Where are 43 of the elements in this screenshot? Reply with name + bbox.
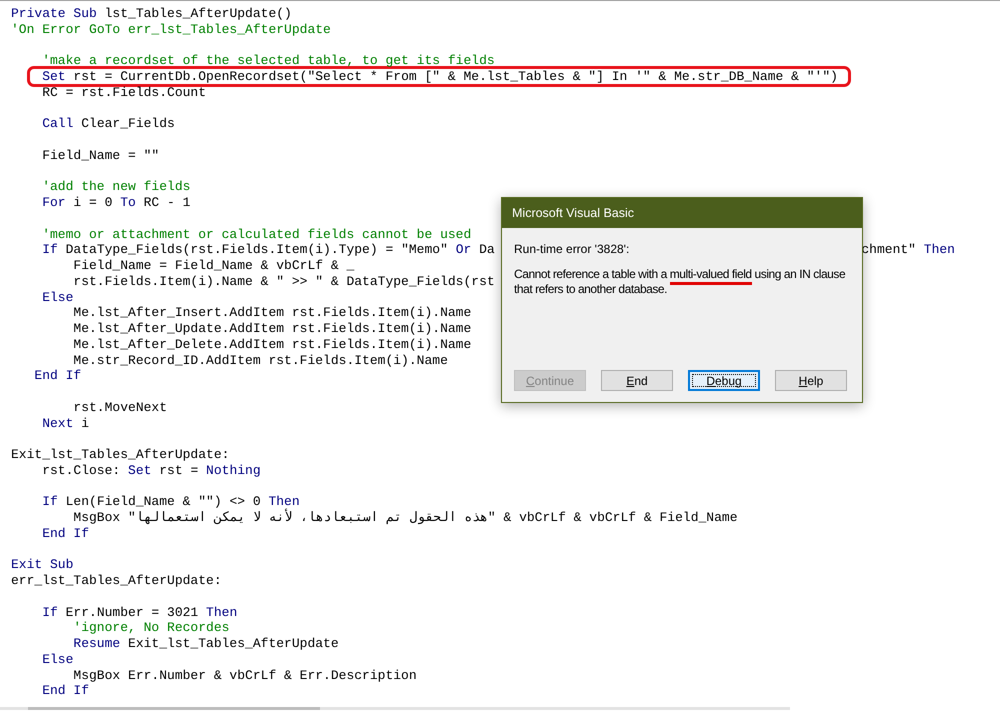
code-line: Set rst = CurrentDb.OpenRecordset("Select * From [" & Me.lst_Tables & "] In '" & Me.str_DB_Name & "'") xyxy=(42,69,838,84)
code-line: Next i xyxy=(42,416,90,430)
horizontal-scrollbar[interactable] xyxy=(0,707,790,710)
code-line: Me.str_Record_ID.AddItem rst.Fields.Item(i).Name xyxy=(73,352,448,368)
code-line: Resume Exit_lst_Tables_AfterUpdate xyxy=(73,636,339,651)
code-line: Exit Sub xyxy=(11,557,74,572)
code-line: 'ignore, No Recordes xyxy=(73,620,230,636)
code-line: MsgBox "هذه الحقول تم استبعادها، لأنه لا يمكن استعمالها" & vbCrLf & vbCrLf & Field_Name xyxy=(73,510,738,525)
dialog-button[interactable]: Debug xyxy=(688,370,760,391)
code-line: Field_Name = "" xyxy=(42,148,160,163)
code-line: Me.lst_After_Insert.AddItem rst.Fields.Item(i).Name xyxy=(73,305,472,320)
code-line: 'make a recordset of the selected table, to get its fields xyxy=(42,53,495,68)
code-line: RC = rst.Fields.Count xyxy=(42,84,206,100)
code-line: Me.lst_After_Update.AddItem rst.Fields.Item(i).Name xyxy=(73,321,472,336)
code-line: Private Sub lst_Tables_AfterUpdate() xyxy=(11,6,292,21)
dialog-title: Microsoft Visual Basic xyxy=(512,204,634,222)
code-line: rst.MoveNext xyxy=(73,400,168,415)
code-line: For i = 0 To RC - 1 xyxy=(42,195,190,210)
code-line: End If xyxy=(42,526,90,541)
code-line: End If xyxy=(42,683,90,698)
code-line: Exit_lst_Tables_AfterUpdate: xyxy=(11,447,230,462)
code-line: End If xyxy=(34,368,82,384)
code-line: Field_Name = Field_Name & vbCrLf & _ xyxy=(73,258,354,273)
error-message: Cannot reference a table with a multi-valued field using an IN clause that refers to another database. xyxy=(514,267,846,297)
scrollbar-thumb[interactable] xyxy=(28,707,320,710)
code-line: MsgBox Err.Number & vbCrLf & Err.Description xyxy=(73,668,417,682)
code-line: rst.Close: Set rst = Nothing xyxy=(42,462,261,478)
code-line: Else xyxy=(42,652,74,667)
code-line: rst.Fields.Item(i).Name & " >> " & DataType_Fields(rst xyxy=(73,274,495,289)
code-line: If Err.Number = 3021 Then xyxy=(42,604,238,620)
code-line: Else xyxy=(42,290,74,304)
code-line: Call Clear_Fields xyxy=(42,116,175,132)
code-line: If DataType_Fields(rst.Fields.Item(i).Type) = "Memo" Or Da xyxy=(42,242,495,258)
dialog-button[interactable]: Help xyxy=(775,370,847,391)
dialog-button[interactable]: End xyxy=(601,370,673,391)
code-line: 'memo or attachment or calculated fields cannot be used xyxy=(42,226,472,242)
code-line: chment" Then xyxy=(861,242,955,258)
error-code: Run-time error '3828': xyxy=(514,242,630,257)
code-line: err_lst_Tables_AfterUpdate: xyxy=(11,573,222,588)
code-line: If Len(Field_Name & "") <> 0 Then xyxy=(42,494,300,510)
code-line: 'add the new fields xyxy=(42,179,190,194)
code-line: 'On Error GoTo err_lst_Tables_AfterUpdate xyxy=(11,22,331,37)
code-line: Me.lst_After_Delete.AddItem rst.Fields.Item(i).Name xyxy=(73,336,472,352)
